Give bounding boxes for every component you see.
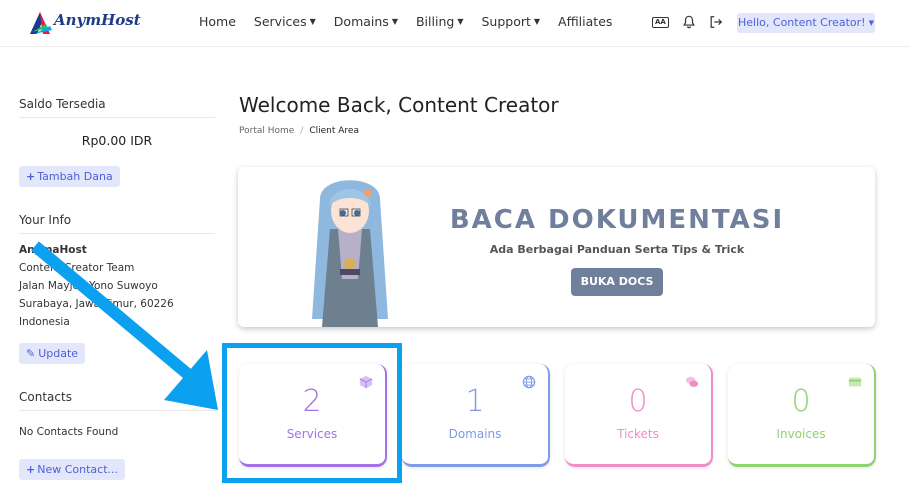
divider xyxy=(19,410,215,411)
balance-title: Saldo Tersedia xyxy=(19,97,106,111)
stat-value: 0 xyxy=(791,384,811,419)
caret-down-icon: ▼ xyxy=(868,19,874,27)
caret-down-icon: ▼ xyxy=(309,17,316,26)
stat-card-invoices[interactable]: 0 Invoices xyxy=(728,364,876,467)
info-line: Surabaya, Jawa Timur, 60226 xyxy=(19,298,174,310)
stat-card-tickets[interactable]: 0 Tickets xyxy=(565,364,713,467)
caret-down-icon: ▼ xyxy=(533,17,541,26)
user-menu-button[interactable]: Hello, Content Creator! ▼ xyxy=(737,13,875,33)
contacts-empty-text: No Contacts Found xyxy=(19,426,119,438)
brand-name: AnymHost xyxy=(54,11,141,29)
nav-billing-label: Billing xyxy=(415,14,455,29)
plus-icon: + xyxy=(26,170,36,183)
pencil-icon: ✎ xyxy=(26,347,36,360)
stat-card-domains[interactable]: 1 Domains xyxy=(402,364,550,467)
new-contact-label: New Contact... xyxy=(37,463,118,476)
user-menu-label: Hello, Content Creator! xyxy=(738,16,866,29)
caret-down-icon: ▼ xyxy=(457,17,464,26)
nav-home-label: Home xyxy=(199,14,236,29)
open-docs-button[interactable]: BUKA DOCS xyxy=(571,268,663,296)
nav-affiliates-label: Affiliates xyxy=(558,14,613,29)
new-contact-button[interactable]: + New Contact... xyxy=(19,459,125,480)
info-line: Content Creator Team xyxy=(19,262,135,274)
breadcrumb-home-link[interactable]: Portal Home xyxy=(239,126,294,136)
brand-logo[interactable]: AnymHost xyxy=(28,8,141,38)
bell-icon[interactable] xyxy=(682,15,696,29)
nav-domains-label: Domains xyxy=(333,14,389,29)
stat-label: Invoices xyxy=(776,427,826,441)
divider xyxy=(19,233,215,234)
stat-value: 1 xyxy=(465,384,485,419)
breadcrumb-separator: / xyxy=(300,126,304,136)
logout-icon[interactable] xyxy=(709,15,723,29)
banner-subtitle: Ada Berbagai Panduan Serta Tips & Trick xyxy=(489,243,745,256)
nav-affiliates[interactable]: Affiliates xyxy=(558,14,612,29)
update-label: Update xyxy=(38,347,79,360)
nav-home[interactable]: Home xyxy=(199,14,236,29)
nav-services-label: Services xyxy=(253,14,307,29)
contacts-title: Contacts xyxy=(19,390,72,404)
info-line: Jalan Mayjen Yono Suwoyo xyxy=(19,280,158,292)
anime-mascot-illustration xyxy=(312,180,388,327)
stat-label: Tickets xyxy=(617,427,659,441)
nav-support[interactable]: Support ▼ xyxy=(481,14,540,29)
add-funds-label: Tambah Dana xyxy=(37,170,113,183)
main-nav: Home Services ▼ Domains ▼ Billing ▼ Support… xyxy=(199,14,630,29)
info-line: Indonesia xyxy=(19,316,70,328)
breadcrumb: Portal Home / Client Area xyxy=(239,126,359,136)
update-button[interactable]: ✎ Update xyxy=(19,343,86,364)
logo-mark-icon xyxy=(30,12,52,34)
nav-billing[interactable]: Billing ▼ xyxy=(416,14,463,29)
nav-support-label: Support xyxy=(481,14,531,29)
annotation-highlight-box xyxy=(222,343,402,483)
add-funds-button[interactable]: + Tambah Dana xyxy=(19,166,120,187)
top-navbar: AnymHost Home Services ▼ Domains ▼ Billing… xyxy=(0,0,910,47)
language-icon[interactable]: A̅Ā xyxy=(652,16,669,28)
docs-banner: BACA DOKUMENTASI Ada Berbagai Panduan Se… xyxy=(238,167,875,327)
balance-value: Rp0.00 IDR xyxy=(81,133,153,148)
info-title: Your Info xyxy=(19,213,72,227)
breadcrumb-current: Client Area xyxy=(309,126,359,136)
stat-value: 0 xyxy=(628,384,648,419)
info-name: AnymaHost xyxy=(19,244,87,256)
plus-icon: + xyxy=(26,463,36,476)
banner-title: BACA DOKUMENTASI xyxy=(449,205,785,235)
page-title: Welcome Back, Content Creator xyxy=(239,93,559,117)
nav-services[interactable]: Services ▼ xyxy=(254,14,316,29)
stat-label: Domains xyxy=(448,427,502,441)
divider xyxy=(19,117,215,118)
nav-domains[interactable]: Domains ▼ xyxy=(334,14,398,29)
caret-down-icon: ▼ xyxy=(391,17,398,26)
nav-icon-group: A̅Ā xyxy=(652,15,723,29)
